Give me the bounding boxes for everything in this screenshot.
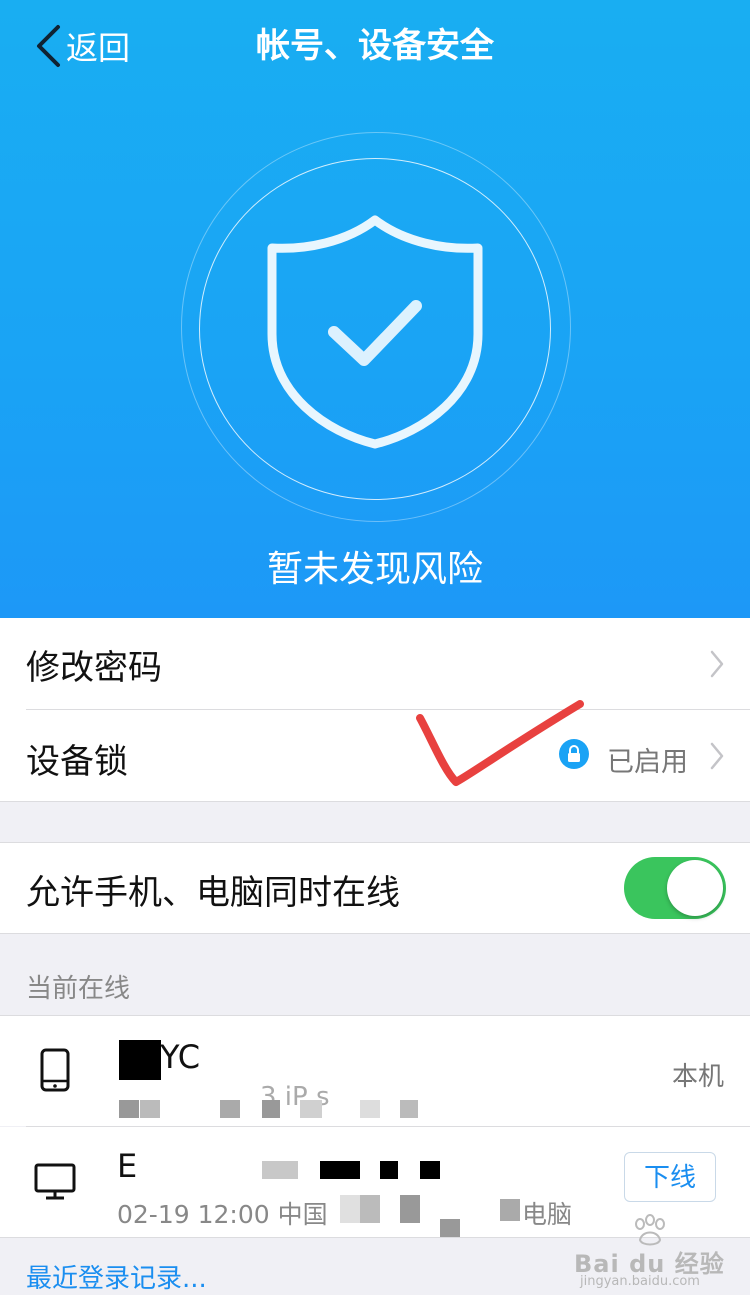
device-login-time: 02-19 12:00 中国 xyxy=(117,1200,328,1229)
section-header-online: 当前在线 xyxy=(26,974,131,1004)
redacted-name xyxy=(262,1161,298,1179)
simultaneous-online-toggle[interactable] xyxy=(624,857,726,919)
redacted-detail xyxy=(400,1195,420,1223)
recent-login-link[interactable]: 最近登录记录... xyxy=(26,1258,207,1295)
redacted-detail xyxy=(262,1100,280,1118)
redacted-detail xyxy=(300,1100,322,1118)
redacted-detail xyxy=(119,1100,139,1118)
force-offline-button[interactable]: 下线 xyxy=(624,1152,716,1202)
device-name: YC xyxy=(160,1038,201,1076)
redacted-detail xyxy=(360,1100,380,1118)
redacted-detail xyxy=(360,1195,380,1223)
security-hero: 返回 帐号、设备安全 暂未发现风险 xyxy=(0,0,750,618)
redacted-name xyxy=(380,1161,398,1179)
shield-check-icon xyxy=(267,215,483,449)
device-row-phone[interactable]: YC 3 iP s 本机 xyxy=(0,1016,750,1126)
simultaneous-online-label: 允许手机、电脑同时在线 xyxy=(26,873,400,913)
phone-icon xyxy=(40,1048,70,1092)
security-status: 暂未发现风险 xyxy=(266,549,483,590)
device-lock-row[interactable]: 设备锁 已启用 xyxy=(0,700,750,801)
redacted-name xyxy=(320,1161,360,1179)
redacted-detail xyxy=(400,1100,418,1118)
redacted-detail xyxy=(440,1219,460,1237)
monitor-icon xyxy=(34,1163,76,1200)
redacted-name xyxy=(119,1040,161,1080)
device-type-label: 电脑 xyxy=(522,1200,573,1229)
divider xyxy=(0,801,750,802)
current-device-tag: 本机 xyxy=(671,1062,724,1092)
baidu-watermark: Bai du 经验 jingyan.baidu.com xyxy=(574,1212,750,1292)
redacted-name xyxy=(420,1161,440,1179)
redacted-detail xyxy=(140,1100,160,1118)
watermark-url: jingyan.baidu.com xyxy=(580,1274,700,1289)
change-password-row[interactable]: 修改密码 xyxy=(0,618,750,710)
device-lock-status: 已启用 xyxy=(607,747,688,778)
chevron-right-icon xyxy=(710,650,724,678)
divider xyxy=(0,933,750,934)
chevron-right-icon xyxy=(710,742,724,770)
red-checkmark-annotation xyxy=(416,700,584,786)
device-name: E xyxy=(117,1147,138,1185)
device-lock-label: 设备锁 xyxy=(26,742,128,782)
redacted-detail xyxy=(340,1195,360,1223)
paw-icon xyxy=(635,1214,665,1246)
toggle-knob xyxy=(667,860,723,916)
redacted-detail xyxy=(220,1100,240,1118)
redacted-detail xyxy=(500,1199,520,1221)
change-password-label: 修改密码 xyxy=(26,648,162,688)
page-title: 帐号、设备安全 xyxy=(256,26,494,66)
